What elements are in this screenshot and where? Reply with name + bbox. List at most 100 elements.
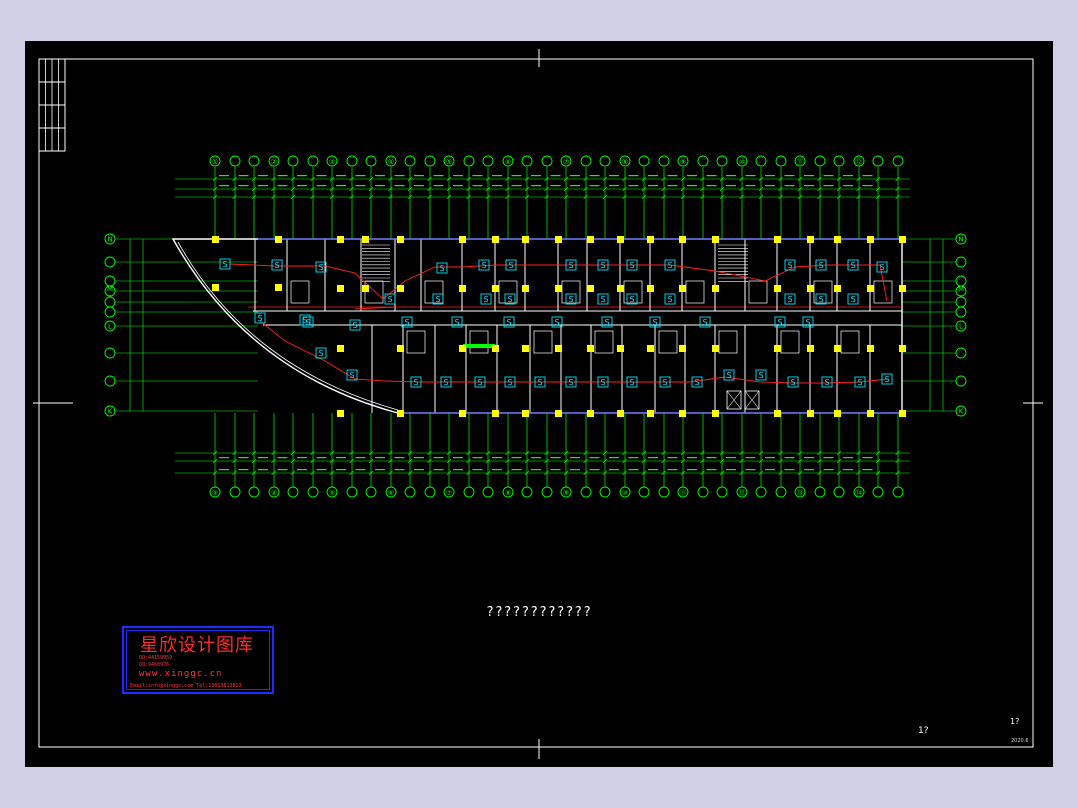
axis-label-top: ⑥ <box>505 158 511 166</box>
structural-column <box>397 345 404 352</box>
smoke-detector-label: S <box>787 295 792 304</box>
structural-column <box>459 285 466 292</box>
dimension-text <box>316 185 327 187</box>
axis-label-top: ⑧ <box>622 158 628 166</box>
structural-column <box>459 345 466 352</box>
dimension-text <box>765 469 775 471</box>
axis-label-left: M <box>107 286 113 294</box>
dimension-text <box>336 185 346 187</box>
smoke-detector-label: S <box>537 378 542 387</box>
dimension-text <box>394 175 405 177</box>
dimension-text <box>258 175 268 177</box>
structural-column <box>617 285 624 292</box>
axis-bubble-right <box>955 306 967 318</box>
dimension-text <box>453 185 463 187</box>
bathroom-box <box>840 330 860 354</box>
smoke-detector-label: S <box>758 371 763 380</box>
dimension-text <box>862 469 873 471</box>
axis-label-top: ⑪ <box>797 158 804 166</box>
bathroom-box <box>406 330 426 354</box>
structural-column <box>679 345 686 352</box>
structural-column <box>679 236 686 243</box>
structural-column <box>647 410 654 417</box>
axis-bubble-bottom <box>716 486 728 498</box>
axis-label-bottom: ⑧ <box>505 489 511 497</box>
structural-column <box>337 285 344 292</box>
dimension-text <box>570 457 580 459</box>
dimension-text <box>297 469 307 471</box>
smoke-detector-label: S <box>506 318 511 327</box>
smoke-detector-label: S <box>884 375 889 384</box>
dimension-text <box>804 185 814 187</box>
dimension-text <box>492 457 502 459</box>
axis-bubble-top <box>872 155 884 167</box>
axis-bubble-bottom <box>482 486 494 498</box>
dimension-text <box>765 185 775 187</box>
axis-label-left: K <box>108 408 113 416</box>
dimension-text <box>550 175 561 177</box>
smoke-detector-label: S <box>507 378 512 387</box>
structural-column <box>899 345 906 352</box>
structural-column <box>459 410 466 417</box>
smoke-detector-label: S <box>850 295 855 304</box>
dimension-text <box>862 185 873 187</box>
page-number: 1? <box>1010 717 1020 726</box>
dimension-text <box>784 175 795 177</box>
structural-column <box>617 345 624 352</box>
dimension-text <box>238 185 249 187</box>
axis-label-bottom: ⑨ <box>563 489 569 497</box>
dimension-text <box>550 185 561 187</box>
smoke-detector-label: S <box>879 263 884 272</box>
structural-column <box>522 285 529 292</box>
structural-column <box>522 410 529 417</box>
smoke-detector-label: S <box>568 261 573 270</box>
dimension-text <box>511 469 522 471</box>
smoke-detector-label: S <box>652 318 657 327</box>
dimension-text <box>843 185 853 187</box>
page-number-small: 1? <box>918 726 929 736</box>
axis-label-top: ⑨ <box>680 158 686 166</box>
dimension-text <box>531 185 541 187</box>
dimension-text <box>375 457 385 459</box>
smoke-detector-label: S <box>667 295 672 304</box>
structural-column <box>587 285 594 292</box>
structural-column <box>397 410 404 417</box>
axis-bubble-top <box>424 155 436 167</box>
dimension-text <box>745 469 756 471</box>
structural-column <box>712 285 719 292</box>
dimension-text <box>472 457 483 459</box>
axis-bubble-top <box>755 155 767 167</box>
smoke-detector-label: S <box>443 378 448 387</box>
dimension-text <box>784 185 795 187</box>
dimension-text <box>667 185 678 187</box>
dimension-text <box>492 469 502 471</box>
dimension-text <box>648 185 658 187</box>
dimension-text <box>277 457 288 459</box>
axis-bubble-top <box>287 155 299 167</box>
axis-label-bottom: ⑤ <box>329 489 335 497</box>
dimension-text <box>511 457 522 459</box>
bathroom-box <box>748 280 768 304</box>
dimension-text <box>765 175 775 177</box>
dimension-text <box>414 185 424 187</box>
bathroom-box <box>533 330 553 354</box>
axis-label-bottom: ⑥ <box>388 489 394 497</box>
dimension-text <box>648 457 658 459</box>
drawing-sheet: ①②③④⑤⑥⑦⑧⑨⑩⑪⑫③④⑤⑥⑦⑧⑨⑩⑪⑫⑬⑭NNMMLLKK SSSSSSS… <box>25 41 1053 767</box>
axis-label-left: N <box>107 236 112 244</box>
smoke-detector-label: S <box>554 318 559 327</box>
smoke-detector-label: S <box>483 295 488 304</box>
dimension-text <box>667 175 678 177</box>
dimension-text <box>472 175 483 177</box>
dimension-text <box>687 457 697 459</box>
dimension-text <box>375 469 385 471</box>
axis-bubble-bottom <box>580 486 592 498</box>
dimension-text <box>336 175 346 177</box>
axis-label-left: L <box>108 323 112 331</box>
bathroom-box <box>780 330 800 354</box>
dimension-text <box>726 175 736 177</box>
axis-bubble-bottom <box>248 486 260 498</box>
structural-column <box>834 285 841 292</box>
structural-column <box>555 345 562 352</box>
dimension-text <box>219 457 229 459</box>
